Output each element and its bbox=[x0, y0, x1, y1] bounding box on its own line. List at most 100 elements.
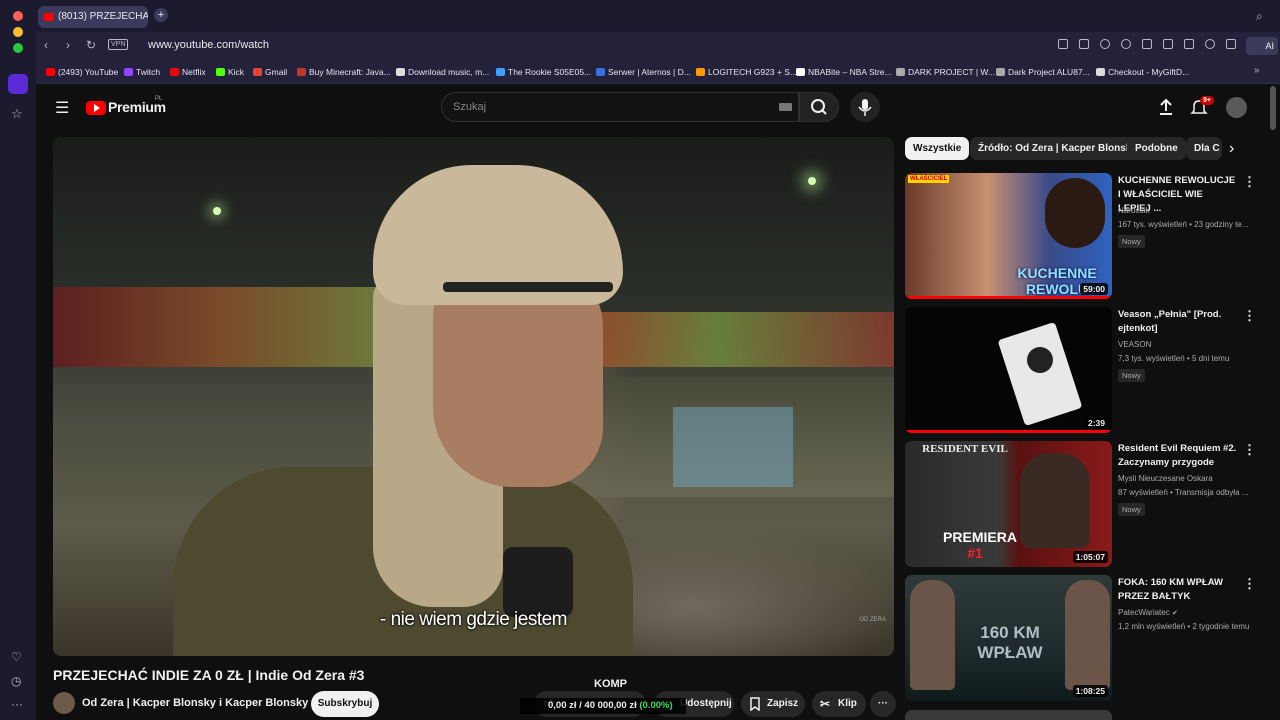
glasses bbox=[443, 282, 613, 292]
music-icon[interactable] bbox=[1121, 39, 1131, 49]
watch-progress-bar bbox=[905, 430, 1112, 433]
heart-icon[interactable]: ♡ bbox=[11, 650, 22, 664]
recommendation-channel[interactable]: Mysli Nieuczesane Oskara bbox=[1118, 474, 1213, 483]
reload-icon[interactable]: ↻ bbox=[86, 38, 96, 52]
more-actions-button[interactable]: ··· bbox=[870, 691, 896, 717]
duration-badge: 1:05:07 bbox=[1072, 551, 1108, 563]
recommendation-title[interactable]: Veason „Pełnia" [Prod. ejtenkot] bbox=[1118, 308, 1238, 336]
recommendation-channel[interactable]: PatecWariatec ✔ bbox=[1118, 608, 1178, 617]
netflix-icon bbox=[170, 68, 179, 76]
edit-icon[interactable] bbox=[1058, 39, 1068, 49]
extension-icon[interactable] bbox=[1226, 39, 1236, 49]
recommendation-thumbnail[interactable]: RESIDENT EVIL PREMIERA #1 1:05:07 bbox=[905, 441, 1112, 567]
chip-source[interactable]: Źródło: Od Zera | Kacper Blonsky bbox=[970, 137, 1145, 160]
back-icon[interactable]: ‹ bbox=[44, 38, 48, 52]
save-label: Zapisz bbox=[767, 698, 799, 709]
hamburger-menu-icon[interactable]: ☰ bbox=[55, 98, 69, 118]
microphone-icon bbox=[858, 99, 872, 116]
youtube-logo-icon[interactable] bbox=[86, 101, 106, 115]
bookmark-logitech[interactable]: LOGITECH G923 + S... bbox=[696, 64, 797, 80]
bookmark-mygift[interactable]: Checkout - MyGiftD... bbox=[1096, 64, 1189, 80]
search-button[interactable] bbox=[799, 92, 839, 122]
scissors-icon: ✂ bbox=[820, 697, 831, 711]
recommendation-title[interactable]: FOKA: 160 KM WPŁAW PRZEZ BAŁTYK bbox=[1118, 576, 1238, 604]
upload-icon[interactable] bbox=[1158, 98, 1174, 116]
forward-icon[interactable]: › bbox=[66, 38, 70, 52]
avatar[interactable] bbox=[1226, 97, 1247, 118]
new-tab-button[interactable]: + bbox=[154, 8, 168, 22]
more-vert-icon[interactable]: ⋮ bbox=[1243, 576, 1256, 592]
thumb-face bbox=[1065, 580, 1110, 690]
clip-button[interactable]: ✂ Klip bbox=[812, 691, 866, 717]
gift-icon bbox=[1096, 68, 1105, 76]
bookmark-download-music[interactable]: Download music, m... bbox=[396, 64, 489, 80]
bookmark-youtube[interactable]: (2493) YouTube bbox=[46, 64, 118, 80]
recommendation-channel[interactable]: Naruciak bbox=[1118, 206, 1150, 215]
recommendation-thumbnail[interactable] bbox=[905, 710, 1112, 720]
donation-amount: 0,00 zł / 40 000,00 zł bbox=[548, 700, 637, 711]
aternos-icon bbox=[596, 68, 605, 76]
bookmark-twitch[interactable]: Twitch bbox=[124, 64, 160, 80]
bookmark-label: Download music, m... bbox=[408, 67, 490, 77]
close-window-dot[interactable] bbox=[13, 11, 23, 21]
recommendation-meta: 87 wyświetleń • Transmisja odbyła ... bbox=[1118, 488, 1249, 497]
more-bookmarks-icon[interactable]: » bbox=[1254, 65, 1260, 76]
shield-icon[interactable] bbox=[1100, 39, 1110, 49]
more-icon[interactable]: ··· bbox=[11, 697, 23, 711]
recommendation-thumbnail[interactable]: 2:39 bbox=[905, 307, 1112, 433]
chevron-right-icon[interactable]: › bbox=[1229, 140, 1234, 158]
minimize-window-dot[interactable] bbox=[13, 27, 23, 37]
bookmark-aternos[interactable]: Serwer | Aternos | D... bbox=[596, 64, 691, 80]
chip-for-you[interactable]: Dla C bbox=[1186, 137, 1222, 160]
donation-title: KOMP bbox=[594, 678, 627, 690]
search-tabs-icon[interactable]: ⌕ bbox=[1256, 9, 1263, 24]
bookmark-dark-project-alu[interactable]: Dark Project ALU87... bbox=[996, 64, 1090, 80]
action-camera bbox=[503, 547, 573, 617]
home-icon[interactable] bbox=[8, 74, 28, 94]
camera-icon[interactable] bbox=[1079, 39, 1089, 49]
dark-project-icon bbox=[896, 68, 905, 76]
scrollbar[interactable] bbox=[1270, 86, 1276, 130]
save-button[interactable]: Zapisz bbox=[741, 691, 805, 717]
ai-button[interactable]: AI bbox=[1246, 37, 1278, 55]
channel-avatar[interactable] bbox=[53, 692, 75, 714]
thumb-number: #1 bbox=[967, 545, 983, 561]
keyboard-icon[interactable] bbox=[779, 103, 792, 111]
recommendation-thumbnail[interactable]: WŁAŚCICIEL KUCHENNE REWOLU 59:00 bbox=[905, 173, 1112, 299]
more-vert-icon[interactable]: ⋮ bbox=[1243, 308, 1256, 324]
download-icon[interactable] bbox=[1163, 39, 1173, 49]
bookmark-minecraft[interactable]: Buy Minecraft: Java... bbox=[297, 64, 391, 80]
bookmark-rookie[interactable]: The Rookie S05E05... bbox=[496, 64, 591, 80]
search-input[interactable]: Szukaj bbox=[441, 92, 799, 122]
profile-icon[interactable] bbox=[1205, 39, 1215, 49]
recommendation-title[interactable]: Resident Evil Requiem #2. Zaczynamy przy… bbox=[1118, 442, 1238, 470]
vpn-badge[interactable]: VPN bbox=[108, 39, 129, 50]
url-field[interactable]: www.youtube.com/watch bbox=[148, 39, 269, 51]
subscribe-button[interactable]: Subskrybuj bbox=[311, 691, 379, 717]
video-player[interactable]: - nie wiem gdzie jestem OD ZERA bbox=[53, 137, 894, 656]
history-icon[interactable]: ◷ bbox=[11, 674, 21, 688]
more-vert-icon[interactable]: ⋮ bbox=[1243, 174, 1256, 190]
kick-icon bbox=[216, 68, 225, 76]
menu-icon[interactable] bbox=[1184, 39, 1194, 49]
star-icon[interactable]: ☆ bbox=[11, 106, 23, 122]
active-tab[interactable]: (8013) PRZEJECHAĆ IN bbox=[38, 6, 148, 28]
donation-overlay: 0,00 zł / 40 000,00 zł (0.00%) bbox=[520, 698, 686, 714]
bookmark-dark-project[interactable]: DARK PROJECT | W... bbox=[896, 64, 995, 80]
channel-name[interactable]: Od Zera | Kacper Blonsky i Kacper Blonsk… bbox=[82, 697, 319, 709]
bookmark-netflix[interactable]: Netflix bbox=[170, 64, 206, 80]
chip-all[interactable]: Wszystkie bbox=[905, 137, 970, 160]
maximize-window-dot[interactable] bbox=[13, 43, 23, 53]
bookmark-label: The Rookie S05E05... bbox=[508, 67, 592, 77]
voice-search-button[interactable] bbox=[850, 92, 880, 122]
more-vert-icon[interactable]: ⋮ bbox=[1243, 442, 1256, 458]
recommendation-channel[interactable]: VEASON bbox=[1118, 340, 1151, 349]
bookmark-kick[interactable]: Kick bbox=[216, 64, 244, 80]
recommendation-meta: 7,3 tys. wyświetleń • 5 dni temu bbox=[1118, 354, 1230, 363]
heart-outline-icon[interactable] bbox=[1142, 39, 1152, 49]
thumb-label: WŁAŚCICIEL bbox=[908, 175, 950, 183]
bookmark-gmail[interactable]: Gmail bbox=[253, 64, 287, 80]
chip-similar[interactable]: Podobne bbox=[1127, 137, 1186, 160]
bookmark-nbabite[interactable]: NBABite – NBA Stre... bbox=[796, 64, 892, 80]
recommendation-thumbnail[interactable]: 160 KM WPŁAW 1:08:25 bbox=[905, 575, 1112, 701]
